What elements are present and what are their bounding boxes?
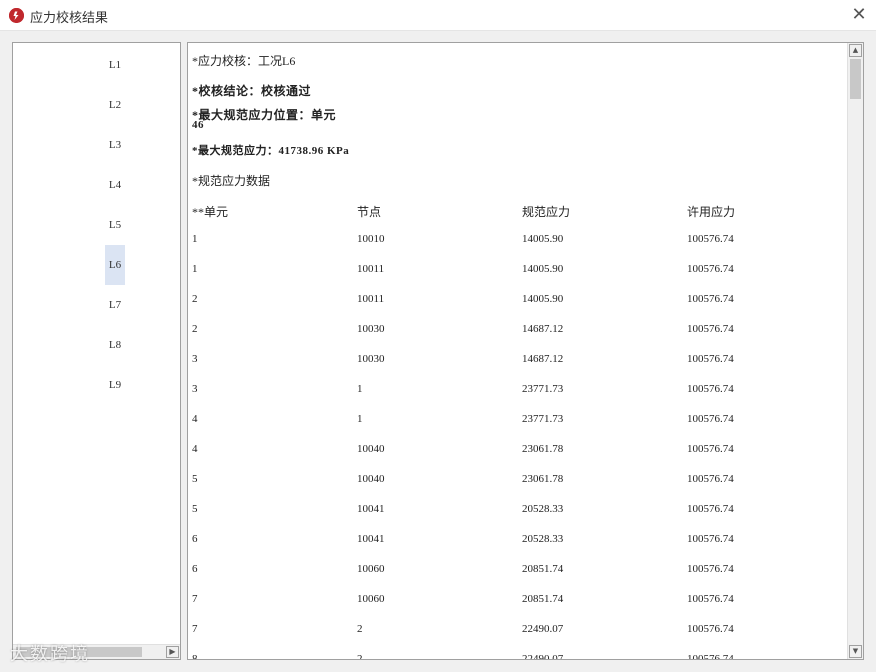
table-row-13-element-cell: 7 — [192, 593, 198, 605]
table-row-6-allowable-stress-cell: 100576.74 — [687, 383, 734, 395]
table-row-14-allowable-stress-cell: 100576.74 — [687, 623, 734, 635]
case-item-l6[interactable]: L6 — [105, 245, 125, 285]
check-conclusion: *校核结论：校核通过 — [192, 84, 312, 98]
table-row-3-node-cell: 10011 — [357, 293, 385, 305]
report-header: *应力校核：工况L6 — [192, 54, 296, 68]
table-row-7-code-stress-cell: 23771.73 — [522, 413, 564, 425]
report-content: *应力校核：工况L6 *校核结论：校核通过 *最大规范应力位置：单元 46 *最… — [192, 43, 847, 659]
table-row-1-element-cell: 1 — [192, 233, 198, 245]
watermark-text: 大数跨境 — [10, 644, 90, 665]
table-row-14-code-stress-cell: 22490.07 — [522, 623, 564, 635]
case-item-l8[interactable]: L8 — [105, 325, 125, 365]
table-row-9-element-cell: 5 — [192, 473, 198, 485]
table-row-3-element-cell: 2 — [192, 293, 198, 305]
table-row-2-allowable-stress-cell: 100576.74 — [687, 263, 734, 275]
table-row-15-code-stress-cell: 22490.07 — [522, 653, 564, 659]
table-row-9-code-stress-cell: 23061.78 — [522, 473, 564, 485]
table-row-11-allowable-stress-cell: 100576.74 — [687, 533, 734, 545]
table-row-8-allowable-stress-cell: 100576.74 — [687, 443, 734, 455]
case-list[interactable]: L1 L2 L3 L4 L5 L6 L7 L8 L9 ▶ — [12, 42, 181, 660]
case-item-l1[interactable]: L1 — [105, 45, 125, 85]
table-row-12-node-cell: 10060 — [357, 563, 385, 575]
table-row-8-code-stress-cell: 23061.78 — [522, 443, 564, 455]
table-row-1-allowable-stress-cell: 100576.74 — [687, 233, 734, 245]
table-row-12-code-stress-cell: 20851.74 — [522, 563, 564, 575]
column-header-allowable-stress: 许用应力 — [687, 205, 736, 219]
table-row-5-node-cell: 10030 — [357, 353, 385, 365]
close-icon[interactable]: ✕ — [842, 0, 876, 31]
table-row-4-code-stress-cell: 14687.12 — [522, 323, 564, 335]
table-row-12-allowable-stress-cell: 100576.74 — [687, 563, 734, 575]
table-row-11-element-cell: 6 — [192, 533, 198, 545]
case-item-l9[interactable]: L9 — [105, 365, 125, 405]
table-row-14-node-cell: 2 — [357, 623, 363, 635]
table-row-1-node-cell: 10010 — [357, 233, 385, 245]
data-section-title: *规范应力数据 — [192, 174, 271, 188]
table-row-14-element-cell: 7 — [192, 623, 198, 635]
table-row-2-element-cell: 1 — [192, 263, 198, 275]
column-header-code-stress: 规范应力 — [522, 205, 571, 219]
scroll-right-icon[interactable]: ▶ — [166, 646, 179, 658]
table-row-15-allowable-stress-cell: 100576.74 — [687, 653, 734, 659]
table-row-5-element-cell: 3 — [192, 353, 198, 365]
table-row-10-element-cell: 5 — [192, 503, 198, 515]
app-icon — [9, 8, 24, 23]
table-row-4-element-cell: 2 — [192, 323, 198, 335]
table-row-2-code-stress-cell: 14005.90 — [522, 263, 564, 275]
table-row-6-node-cell: 1 — [357, 383, 363, 395]
table-row-6-element-cell: 3 — [192, 383, 198, 395]
table-row-13-node-cell: 10060 — [357, 593, 385, 605]
table-row-5-allowable-stress-cell: 100576.74 — [687, 353, 734, 365]
case-item-l7[interactable]: L7 — [105, 285, 125, 325]
window-title: 应力校核结果 — [30, 11, 109, 26]
case-item-l4[interactable]: L4 — [105, 165, 125, 205]
table-row-6-code-stress-cell: 23771.73 — [522, 383, 564, 395]
table-row-5-code-stress-cell: 14687.12 — [522, 353, 564, 365]
table-row-8-node-cell: 10040 — [357, 443, 385, 455]
max-stress-location-label: *最大规范应力位置：单元 — [192, 108, 337, 122]
table-row-2-node-cell: 10011 — [357, 263, 385, 275]
scroll-down-icon[interactable]: ▼ — [849, 645, 862, 658]
column-header-node: 节点 — [357, 205, 382, 219]
table-row-7-node-cell: 1 — [357, 413, 363, 425]
table-row-13-code-stress-cell: 20851.74 — [522, 593, 564, 605]
table-row-10-allowable-stress-cell: 100576.74 — [687, 503, 734, 515]
table-row-7-allowable-stress-cell: 100576.74 — [687, 413, 734, 425]
table-row-4-allowable-stress-cell: 100576.74 — [687, 323, 734, 335]
table-row-9-node-cell: 10040 — [357, 473, 385, 485]
title-bar: 应力校核结果 ✕ — [0, 0, 876, 31]
scroll-up-icon[interactable]: ▲ — [849, 44, 862, 57]
table-row-3-code-stress-cell: 14005.90 — [522, 293, 564, 305]
case-item-l3[interactable]: L3 — [105, 125, 125, 165]
table-row-3-allowable-stress-cell: 100576.74 — [687, 293, 734, 305]
table-row-12-element-cell: 6 — [192, 563, 198, 575]
table-row-15-node-cell: 2 — [357, 653, 363, 659]
report-view[interactable]: *应力校核：工况L6 *校核结论：校核通过 *最大规范应力位置：单元 46 *最… — [187, 42, 864, 660]
max-stress-location-value: 46 — [192, 119, 204, 131]
table-row-1-code-stress-cell: 14005.90 — [522, 233, 564, 245]
table-row-7-element-cell: 4 — [192, 413, 198, 425]
table-row-10-code-stress-cell: 20528.33 — [522, 503, 564, 515]
vertical-scroll-thumb[interactable] — [850, 59, 861, 99]
vertical-scrollbar[interactable]: ▲ ▼ — [847, 43, 863, 659]
column-header-element: **单元 — [192, 205, 229, 219]
table-row-4-node-cell: 10030 — [357, 323, 385, 335]
table-row-9-allowable-stress-cell: 100576.74 — [687, 473, 734, 485]
table-row-8-element-cell: 4 — [192, 443, 198, 455]
table-row-15-element-cell: 8 — [192, 653, 198, 659]
max-stress-value: *最大规范应力：41738.96 KPa — [192, 145, 350, 157]
table-row-10-node-cell: 10041 — [357, 503, 385, 515]
watermark-logo: 大数跨境 — [10, 640, 90, 666]
table-row-13-allowable-stress-cell: 100576.74 — [687, 593, 734, 605]
case-item-l5[interactable]: L5 — [105, 205, 125, 245]
table-row-11-node-cell: 10041 — [357, 533, 385, 545]
case-item-l2[interactable]: L2 — [105, 85, 125, 125]
table-row-11-code-stress-cell: 20528.33 — [522, 533, 564, 545]
